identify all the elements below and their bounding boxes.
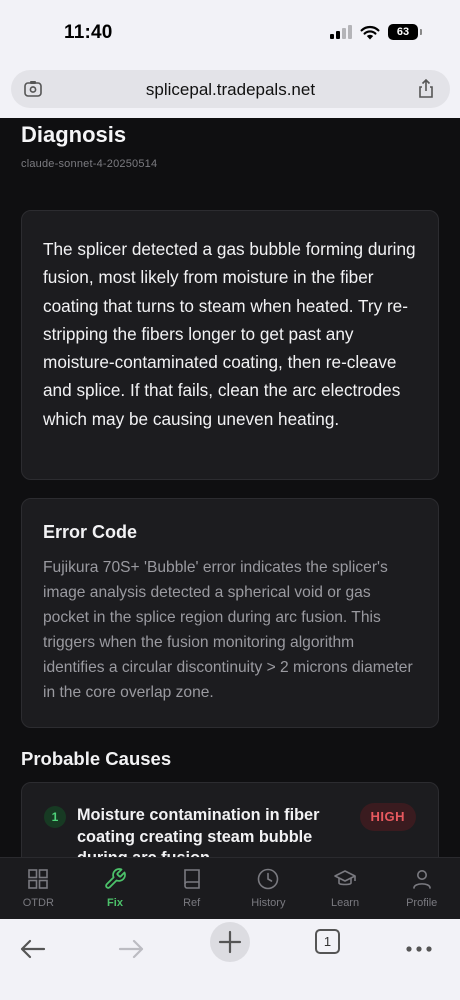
cause-number-badge: 1 <box>44 806 66 828</box>
forward-button[interactable] <box>111 927 151 967</box>
book-icon <box>183 869 200 889</box>
tab-learn[interactable]: Learn <box>307 858 384 919</box>
tab-label: OTDR <box>22 897 54 909</box>
error-code-text: Fujikura 70S+ 'Bubble' error indicates t… <box>43 559 413 701</box>
more-button[interactable] <box>399 927 439 967</box>
person-icon <box>412 870 431 889</box>
status-bar: 11:40 63 <box>0 0 460 66</box>
plus-icon <box>218 930 242 954</box>
summary-card: The splicer detected a gas bubble formin… <box>21 210 439 480</box>
app-tab-bar: OTDR Fix Ref History Learn Profile <box>0 857 460 919</box>
graduation-cap-icon <box>334 870 356 886</box>
page-title: Diagnosis <box>21 122 127 147</box>
back-arrow-icon <box>20 939 46 959</box>
battery-icon: 63 <box>388 24 422 40</box>
tab-label: Fix <box>107 897 123 909</box>
cause-item[interactable]: 1 Moisture contamination in fiber coatin… <box>21 782 439 858</box>
back-button[interactable] <box>13 927 53 967</box>
browser-toolbar: 1 <box>0 919 460 1000</box>
tab-otdr[interactable]: OTDR <box>0 858 77 919</box>
url-text: splicepal.tradepals.net <box>145 80 316 99</box>
address-area: splicepal.tradepals.net <box>0 66 460 118</box>
cause-text: Moisture contamination in fiber coating … <box>77 806 320 858</box>
wifi-icon <box>360 25 380 39</box>
more-icon <box>406 946 432 952</box>
share-icon[interactable] <box>416 79 436 99</box>
tab-fix[interactable]: Fix <box>77 858 154 919</box>
address-bar[interactable]: splicepal.tradepals.net <box>11 70 450 108</box>
tab-label: Ref <box>183 897 201 909</box>
tab-label: Learn <box>330 897 360 909</box>
tab-history[interactable]: History <box>230 858 307 919</box>
tabs-button[interactable]: 1 <box>315 929 340 954</box>
wrench-icon <box>105 868 126 889</box>
error-code-card: Error Code Fujikura 70S+ 'Bubble' error … <box>21 498 439 728</box>
tab-label: Profile <box>406 897 438 909</box>
probable-causes-title: Probable Causes <box>21 748 172 769</box>
cellular-signal-icon <box>330 25 352 39</box>
tab-ref[interactable]: Ref <box>153 858 230 919</box>
error-code-title: Error Code <box>43 522 138 542</box>
clock-icon <box>258 868 279 890</box>
forward-arrow-icon <box>118 939 144 959</box>
status-icons: 63 <box>330 24 422 40</box>
tab-profile[interactable]: Profile <box>383 858 460 919</box>
status-time: 11:40 <box>64 22 113 43</box>
summary-text: The splicer detected a gas bubble formin… <box>43 239 416 429</box>
diagnosis-page: Diagnosis claude-sonnet-4-20250514 The s… <box>0 118 460 858</box>
severity-badge: HIGH <box>359 803 416 831</box>
tab-label: History <box>251 897 286 909</box>
new-tab-button[interactable] <box>210 922 250 962</box>
model-label: claude-sonnet-4-20250514 <box>21 158 158 170</box>
grid-icon <box>28 869 49 889</box>
